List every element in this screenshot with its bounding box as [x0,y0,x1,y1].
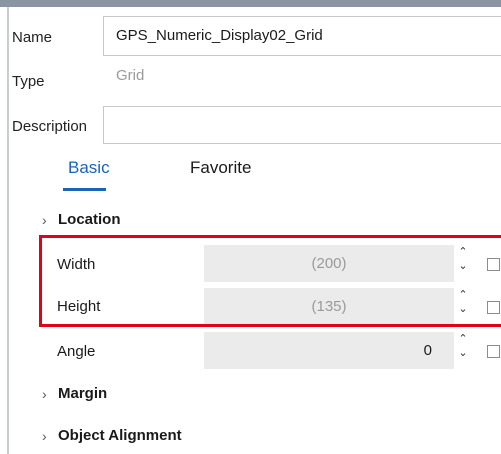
caret-down-icon[interactable]: ⌄ [456,304,470,318]
section-object-alignment[interactable]: › Object Alignment [42,427,182,444]
chevron-right-icon: › [42,211,47,228]
height-label: Height [57,298,101,315]
section-location-label: Location [58,211,121,228]
chevron-right-icon: › [42,385,47,402]
section-margin[interactable]: › Margin [42,385,107,402]
section-location[interactable]: › Location [42,211,121,228]
width-checkbox[interactable] [487,258,500,271]
width-input[interactable]: (200) [204,245,454,282]
description-label: Description [12,118,88,135]
tab-favorite[interactable]: Favorite [190,158,251,178]
panel-left-border [7,7,9,454]
width-spinner[interactable]: ⌃ ⌄ [456,247,470,283]
width-label: Width [57,256,96,273]
chevron-right-icon: › [42,427,47,444]
description-field[interactable] [103,106,501,144]
tab-basic[interactable]: Basic [68,158,110,178]
caret-down-icon[interactable]: ⌄ [456,261,470,275]
height-checkbox[interactable] [487,301,500,314]
angle-checkbox[interactable] [487,345,500,358]
caret-down-icon[interactable]: ⌄ [456,348,470,362]
height-spinner[interactable]: ⌃ ⌄ [456,290,470,326]
type-field: Grid [103,56,501,96]
window-top-bar [0,0,501,7]
angle-input[interactable]: 0 [204,332,454,369]
type-label: Type [12,73,45,90]
caret-up-icon[interactable]: ⌃ [456,334,470,348]
angle-label: Angle [57,343,96,360]
tab-basic-indicator [63,188,106,191]
name-field[interactable]: GPS_Numeric_Display02_Grid [103,16,501,56]
section-margin-label: Margin [58,385,108,402]
section-object-alignment-label: Object Alignment [58,427,182,444]
caret-up-icon[interactable]: ⌃ [456,247,470,261]
name-label: Name [12,29,53,46]
height-input[interactable]: (135) [204,288,454,325]
caret-up-icon[interactable]: ⌃ [456,290,470,304]
angle-spinner[interactable]: ⌃ ⌄ [456,334,470,370]
